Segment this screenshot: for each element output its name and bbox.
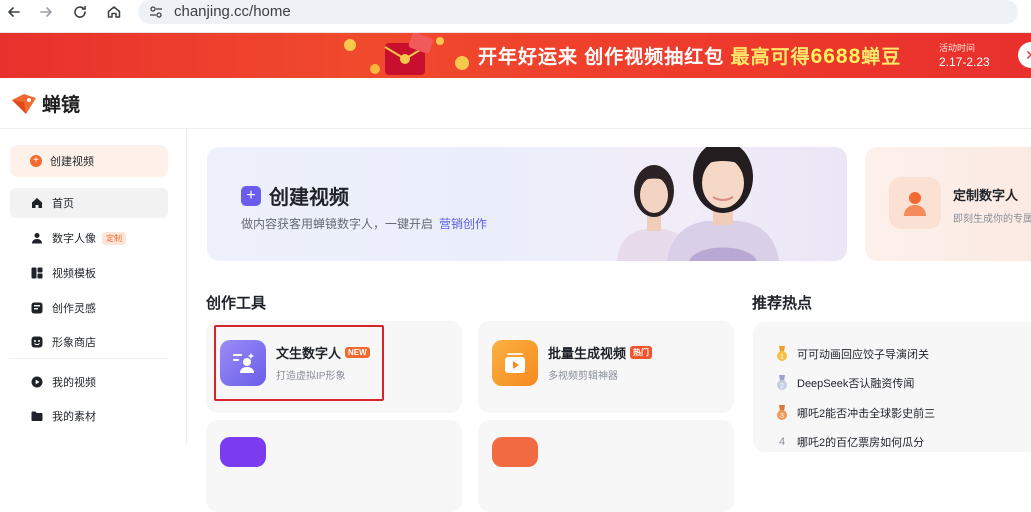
- hot-topic-item[interactable]: 3 哪吒2能否冲击全球影史前三: [775, 405, 935, 421]
- rank-4-icon: 4: [775, 434, 789, 450]
- inspiration-icon: [30, 301, 44, 315]
- svg-text:3: 3: [780, 413, 784, 420]
- custom-avatar-icon: [889, 177, 941, 229]
- sidebar-divider: [10, 358, 168, 359]
- sidebar-item-label: 视频模板: [52, 268, 96, 280]
- hot-topic-text: 哪吒2的百亿票房如何瓜分: [797, 437, 925, 449]
- sidebar-item-my-videos[interactable]: 我的视频: [10, 367, 168, 397]
- sidebar: + 创建视频 首页 数字人像 定制 视频模板 创作灵感 形象商店 我的视频 我的…: [0, 129, 187, 445]
- hot-topic-text: 可可动画回应饺子导演闭关: [797, 349, 929, 361]
- tools-section-title: 创作工具: [206, 295, 267, 312]
- tool-icon-partial: [220, 437, 266, 467]
- banner-amount: 6688: [810, 45, 862, 68]
- svg-text:1: 1: [780, 354, 784, 361]
- create-video-card[interactable]: + 创建视频 做内容获客用蝉镜数字人，一键开启 营销创作: [207, 147, 847, 261]
- sidebar-item-label: 我的素材: [52, 411, 96, 423]
- custom-digital-human-card[interactable]: 定制数字人 即刻生成你的专属: [865, 147, 1031, 261]
- hot-topic-text: DeepSeek否认融资传闻: [797, 378, 915, 390]
- home-button[interactable]: [102, 0, 126, 24]
- banner-unit: 蝉豆: [861, 47, 902, 68]
- custom-badge: 定制: [102, 231, 126, 245]
- tool-card-partial[interactable]: [206, 420, 462, 512]
- sidebar-item-digital-human[interactable]: 数字人像 定制: [10, 223, 168, 253]
- rank-3-medal-icon: 3: [775, 405, 789, 421]
- banner-time-label: 活动时间: [939, 43, 976, 53]
- play-icon: [30, 375, 44, 389]
- rank-1-medal-icon: 1: [775, 346, 789, 362]
- digital-human-avatars-image: [617, 147, 779, 261]
- svg-text:2: 2: [780, 383, 784, 390]
- tool-name: 批量生成视频 热门: [548, 343, 653, 362]
- template-icon: [30, 266, 44, 280]
- sidebar-item-inspiration[interactable]: 创作灵感: [10, 293, 168, 323]
- person-icon: [30, 231, 44, 245]
- custom-card-title: 定制数字人: [953, 188, 1019, 203]
- banner-text-2: 最高可得: [730, 47, 811, 68]
- batch-video-icon: [492, 340, 538, 386]
- sidebar-item-templates[interactable]: 视频模板: [10, 258, 168, 288]
- banner-close-button[interactable]: ✕: [1018, 42, 1031, 68]
- marketing-link[interactable]: 营销创作: [439, 217, 487, 231]
- close-icon: ✕: [1025, 47, 1031, 63]
- hot-topic-text: 哪吒2能否冲击全球影史前三: [797, 408, 936, 420]
- tool-name-text: 批量生成视频: [548, 346, 627, 361]
- sidebar-item-label: 创作灵感: [52, 303, 96, 315]
- plus-icon: +: [30, 155, 42, 167]
- hot-badge: 热门: [630, 346, 653, 359]
- reload-button[interactable]: [68, 0, 92, 24]
- back-button[interactable]: [2, 0, 26, 24]
- hero-subtitle-text: 做内容获客用蝉镜数字人，一键开启: [241, 217, 434, 231]
- hot-section-title: 推荐热点: [752, 295, 813, 312]
- rank-number: 4: [778, 436, 786, 448]
- home-icon: [107, 6, 121, 18]
- folder-icon: [30, 409, 44, 423]
- sidebar-item-store[interactable]: 形象商店: [10, 327, 168, 357]
- banner-text-1: 开年好运来 创作视频抽红包: [478, 47, 731, 68]
- hero-subtitle: 做内容获客用蝉镜数字人，一键开启 营销创作: [241, 215, 487, 232]
- sidebar-item-label: 形象商店: [52, 337, 96, 349]
- sidebar-item-home[interactable]: 首页: [10, 188, 168, 218]
- sidebar-item-label: 我的视频: [52, 377, 96, 389]
- url-text: chanjing.cc/home: [174, 3, 291, 20]
- hot-topic-item[interactable]: 2 DeepSeek否认融资传闻: [775, 375, 914, 391]
- arrow-right-icon: [40, 7, 52, 17]
- tool-icon-partial: [492, 437, 538, 467]
- tool-subtitle: 多视频剪辑神器: [548, 371, 618, 382]
- arrow-left-icon: [8, 7, 20, 17]
- banner-time: 活动时间 2.17-2.23: [939, 41, 990, 69]
- forward-button[interactable]: [34, 0, 58, 24]
- hot-topics-panel: 1 可可动画回应饺子导演闭关 2 DeepSeek否认融资传闻 3 哪吒2能否冲…: [753, 322, 1031, 452]
- custom-card-subtitle: 即刻生成你的专属: [953, 214, 1031, 225]
- chanjing-logo-icon: [12, 93, 36, 114]
- banner-headline: 开年好运来 创作视频抽红包 最高可得6688蝉豆: [478, 42, 901, 69]
- store-icon: [30, 335, 44, 349]
- sidebar-item-label: 数字人像: [52, 233, 96, 245]
- logo-text: 蝉镜: [42, 95, 81, 116]
- banner-time-value: 2.17-2.23: [939, 55, 990, 69]
- hot-topic-item[interactable]: 4 哪吒2的百亿票房如何瓜分: [775, 434, 924, 450]
- create-video-button[interactable]: + 创建视频: [10, 145, 168, 177]
- hot-topic-item[interactable]: 1 可可动画回应饺子导演闭关: [775, 346, 929, 362]
- address-bar[interactable]: chanjing.cc/home: [138, 0, 1018, 24]
- app-header: 蝉镜: [0, 78, 1031, 129]
- rank-2-medal-icon: 2: [775, 375, 789, 391]
- hero-title: + 创建视频: [241, 181, 349, 210]
- tool-card-partial[interactable]: [478, 420, 734, 512]
- site-settings-icon[interactable]: [148, 4, 164, 20]
- red-envelope-decoration-icon: [344, 33, 469, 75]
- create-video-label: 创建视频: [50, 156, 94, 168]
- promo-banner[interactable]: 开年好运来 创作视频抽红包 最高可得6688蝉豆 活动时间 2.17-2.23 …: [0, 33, 1031, 78]
- sidebar-item-my-assets[interactable]: 我的素材: [10, 401, 168, 431]
- tool-card-batch-video[interactable]: 批量生成视频 热门 多视频剪辑神器: [478, 321, 734, 413]
- sidebar-item-label: 首页: [52, 198, 74, 210]
- reload-icon: [74, 5, 86, 18]
- annotation-highlight-box: [214, 325, 384, 401]
- home-icon: [30, 196, 44, 210]
- browser-toolbar: chanjing.cc/home: [0, 0, 1031, 33]
- plus-icon: +: [241, 185, 261, 206]
- hero-title-text: 创建视频: [269, 187, 349, 209]
- logo[interactable]: 蝉镜: [10, 90, 80, 117]
